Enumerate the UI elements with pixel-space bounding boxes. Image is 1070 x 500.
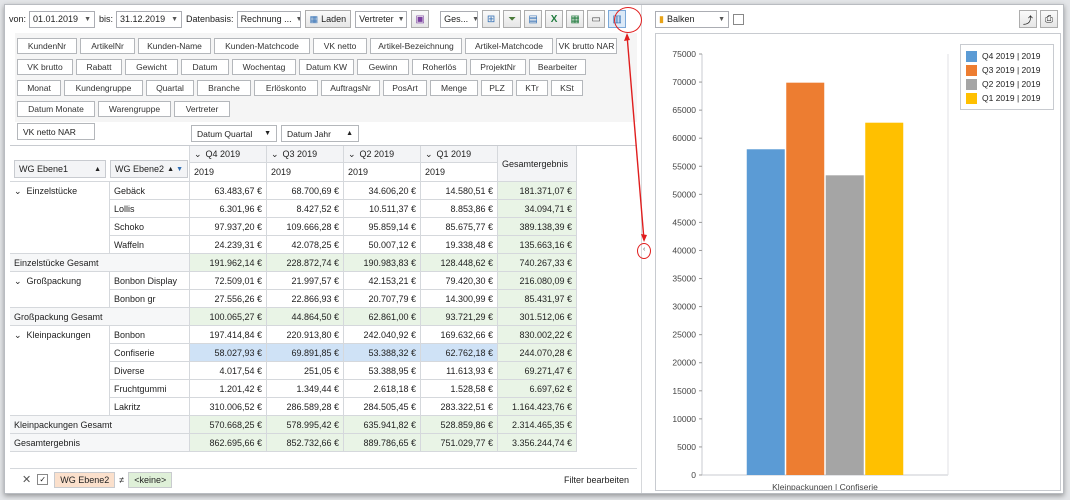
annotation-arrow	[624, 33, 647, 242]
app-window: von: 01.01.2019 ▼ bis: 31.12.2019 ▼ Datenb…	[4, 4, 1064, 494]
